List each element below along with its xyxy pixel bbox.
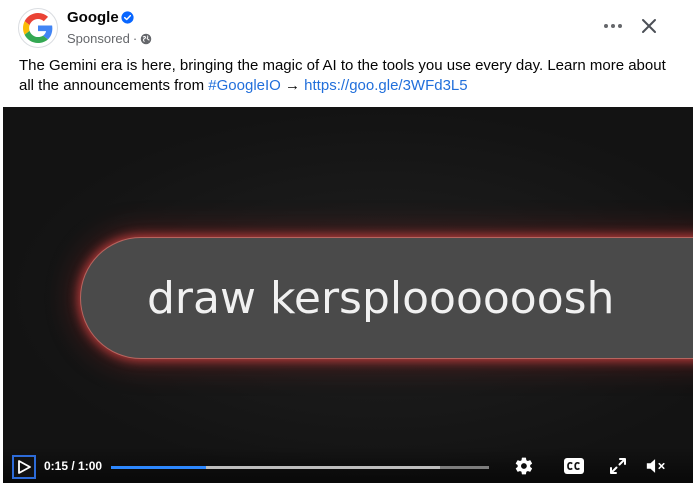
play-icon — [18, 460, 31, 474]
video-player[interactable]: draw kersploooooosh — [3, 107, 693, 483]
google-logo-avatar[interactable] — [18, 8, 58, 48]
close-icon — [642, 19, 656, 33]
google-logo-icon — [23, 13, 53, 43]
closed-captions-icon — [564, 458, 584, 474]
progress-bar[interactable] — [111, 466, 489, 469]
sponsored-label[interactable]: Sponsored — [67, 31, 130, 46]
verified-badge-icon — [121, 11, 134, 24]
gear-icon — [515, 457, 533, 475]
captions-button[interactable] — [563, 456, 585, 476]
message-arrow: → — [280, 77, 305, 94]
post-message: The Gemini era is here, bringing the mag… — [19, 56, 679, 96]
globe-icon[interactable] — [140, 33, 152, 45]
video-controls: 0:15 / 1:00 — [3, 447, 693, 483]
fullscreen-icon — [610, 458, 626, 474]
video-caption-text: draw kersploooooosh — [147, 273, 615, 324]
more-options-button[interactable] — [597, 14, 629, 38]
sponsored-post: Google Sponsored · The Gemini era is her… — [0, 0, 693, 483]
play-button[interactable] — [12, 455, 36, 479]
volume-muted-icon — [646, 459, 665, 473]
more-horizontal-icon — [604, 24, 622, 28]
settings-button[interactable] — [513, 456, 535, 476]
post-header: Google Sponsored · — [0, 0, 693, 56]
page-name-link[interactable]: Google — [67, 9, 119, 26]
volume-button[interactable] — [645, 456, 667, 476]
url-link[interactable]: https://goo.gle/3WFd3L5 — [304, 77, 467, 94]
close-button[interactable] — [634, 12, 664, 40]
fullscreen-button[interactable] — [607, 456, 629, 476]
post-meta: Sponsored · — [67, 31, 152, 46]
time-display: 0:15 / 1:00 — [44, 459, 103, 473]
progress-played — [111, 466, 206, 469]
meta-separator: · — [132, 31, 138, 46]
hashtag-link[interactable]: #GoogleIO — [208, 77, 281, 94]
